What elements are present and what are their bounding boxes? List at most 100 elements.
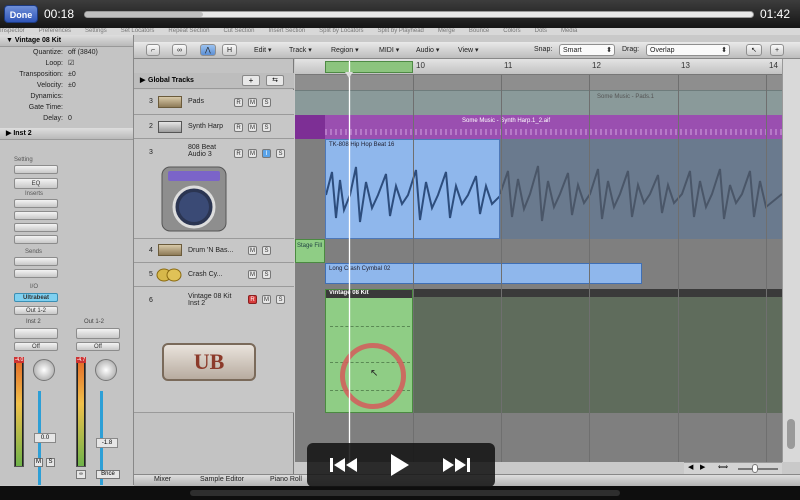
region-808-beat-loop[interactable]: [500, 139, 782, 239]
playhead-marker-icon[interactable]: [345, 72, 353, 78]
midi-menu[interactable]: MIDI ▾: [379, 46, 399, 54]
flex-view-icon[interactable]: ⋀: [200, 44, 216, 56]
toolbar-strip-label[interactable]: Split by Playhead: [378, 28, 424, 34]
audio-menu[interactable]: Audio ▾: [416, 46, 439, 54]
add-tool-icon[interactable]: +: [770, 44, 785, 56]
zoom-slider-thumb[interactable]: [752, 464, 758, 473]
tab-piano-roll[interactable]: Piano Roll: [270, 476, 302, 483]
mute-button[interactable]: M: [262, 295, 271, 304]
mute-button[interactable]: M: [248, 246, 257, 255]
zoom-slider[interactable]: [738, 468, 778, 470]
automation-mode-left[interactable]: Off: [14, 342, 58, 351]
toolbar-strip-label[interactable]: Preferences: [39, 28, 71, 34]
region-param-row[interactable]: Dynamics:: [0, 91, 133, 102]
region-param-row[interactable]: Transposition: ±0: [0, 69, 133, 80]
catch-icon[interactable]: ⌐: [146, 44, 161, 56]
toolbar-strip-label[interactable]: Merge: [438, 28, 455, 34]
group-slot-right[interactable]: [76, 328, 120, 339]
fader-value-left[interactable]: 0.0: [34, 433, 56, 443]
region-synth-harp[interactable]: Some Music - Synth Harp.1_2.aif: [325, 115, 782, 139]
link-toolbar-icon[interactable]: ∞: [172, 44, 187, 56]
rewind-icon[interactable]: [329, 456, 359, 474]
region-param-row[interactable]: Loop: ☑: [0, 58, 133, 69]
fast-forward-icon[interactable]: [441, 456, 471, 474]
pan-knob-right[interactable]: [95, 359, 117, 381]
region-param-row[interactable]: Gate Time:: [0, 102, 133, 113]
solo-button-left[interactable]: S: [46, 458, 55, 467]
toolbar-strip-label[interactable]: Cut Section: [223, 28, 254, 34]
region-param-row[interactable]: Delay: 0: [0, 113, 133, 124]
solo-button[interactable]: S: [276, 149, 285, 158]
send-slot-2[interactable]: [14, 269, 58, 278]
region-pads[interactable]: Some Music - Pads.1: [295, 90, 782, 115]
param-value[interactable]: ☑: [68, 58, 74, 69]
snap-select[interactable]: Smart ⬍: [559, 44, 615, 56]
scroll-thumb[interactable]: [787, 419, 795, 449]
vertical-scrollbar[interactable]: [782, 59, 800, 462]
bounce-button[interactable]: Bnce: [96, 470, 120, 479]
toolbar-strip-label[interactable]: Dots: [535, 28, 547, 34]
region-drum-fill[interactable]: Stage Fill: [295, 239, 325, 263]
cycle-region[interactable]: [325, 61, 413, 73]
group-slot-left[interactable]: [14, 328, 58, 339]
param-value[interactable]: ±0: [68, 69, 76, 80]
done-button[interactable]: Done: [4, 5, 38, 23]
track-menu[interactable]: Track ▾: [289, 46, 312, 54]
param-value[interactable]: ±0: [68, 80, 76, 91]
solo-button[interactable]: S: [262, 246, 271, 255]
pan-knob-left[interactable]: [33, 359, 55, 381]
add-track-button[interactable]: +: [242, 75, 260, 86]
playhead[interactable]: [349, 61, 350, 471]
toolbar-strip-label[interactable]: Repeat Section: [168, 28, 209, 34]
track-row-vintage-kit[interactable]: 6 Vintage 08 Kit Inst 2 R M S UB: [134, 287, 294, 413]
region-vintage-kit-loop[interactable]: [413, 289, 782, 413]
scroll-left-icon[interactable]: ◀: [688, 463, 693, 471]
hide-button[interactable]: H: [222, 44, 238, 56]
track-row-drum-n-bass[interactable]: 4 Drum 'N Bas... M S: [134, 239, 294, 263]
tab-mixer[interactable]: Mixer: [154, 476, 171, 483]
arrange-area[interactable]: Some Music - Pads.1 Some Music - Synth H…: [295, 59, 782, 462]
toolbar-strip-label[interactable]: Bounce: [469, 28, 489, 34]
mute-button[interactable]: M: [248, 270, 257, 279]
mute-button-left[interactable]: M: [34, 458, 43, 467]
fader-value-right[interactable]: -1.8: [96, 438, 118, 448]
tab-sample-editor[interactable]: Sample Editor: [200, 476, 244, 483]
mute-button[interactable]: M: [248, 123, 257, 132]
drag-select[interactable]: Overlap ⬍: [646, 44, 730, 56]
track-row-synth-harp[interactable]: 2 Synth Harp R M S: [134, 115, 294, 139]
record-button[interactable]: R: [234, 98, 243, 107]
solo-button[interactable]: S: [262, 270, 271, 279]
toolbar-strip-label[interactable]: Split by Locators: [319, 28, 363, 34]
edit-menu[interactable]: Edit ▾: [254, 46, 272, 54]
toolbar-strip-label[interactable]: Inspector: [0, 28, 25, 34]
toolbar-strip-label[interactable]: Colors: [503, 28, 520, 34]
record-button[interactable]: R: [234, 149, 243, 158]
track-row-pads[interactable]: 3 Pads R M S: [134, 90, 294, 115]
toolbar-strip-label[interactable]: Set Locators: [121, 28, 155, 34]
link-icon[interactable]: ∞: [76, 470, 86, 479]
automation-mode-right[interactable]: Off: [76, 342, 120, 351]
region-parameters-header[interactable]: ▼ Vintage 08 Kit: [0, 35, 133, 47]
region-menu[interactable]: Region ▾: [331, 46, 359, 54]
insert-slot-2[interactable]: [14, 211, 58, 220]
toolbar-strip-label[interactable]: Insert Section: [268, 28, 305, 34]
setting-slot[interactable]: [14, 165, 58, 174]
record-button[interactable]: R: [234, 123, 243, 132]
track-parameters-header[interactable]: ▶ Inst 2: [0, 128, 133, 140]
video-scrubber[interactable]: [84, 11, 754, 18]
insert-slot-3[interactable]: [14, 223, 58, 232]
input-monitor-button[interactable]: I: [262, 149, 271, 158]
region-param-row[interactable]: Quantize: off (3840): [0, 47, 133, 58]
toolbar-strip-label[interactable]: Settings: [85, 28, 107, 34]
track-row-808-beat[interactable]: 3 808 Beat Audio 3 R M I S: [134, 139, 294, 239]
output-slot[interactable]: Out 1-2: [14, 306, 58, 315]
mute-button[interactable]: M: [248, 98, 257, 107]
send-slot-1[interactable]: [14, 257, 58, 266]
scroll-right-icon[interactable]: ▶: [700, 463, 705, 471]
view-menu[interactable]: View ▾: [458, 46, 479, 54]
region-synth-harp-start[interactable]: [295, 115, 325, 139]
solo-button[interactable]: S: [276, 295, 285, 304]
zoom-icon[interactable]: ⟺: [718, 463, 728, 471]
insert-slot-1[interactable]: [14, 199, 58, 208]
eq-slot[interactable]: EQ: [14, 178, 58, 189]
